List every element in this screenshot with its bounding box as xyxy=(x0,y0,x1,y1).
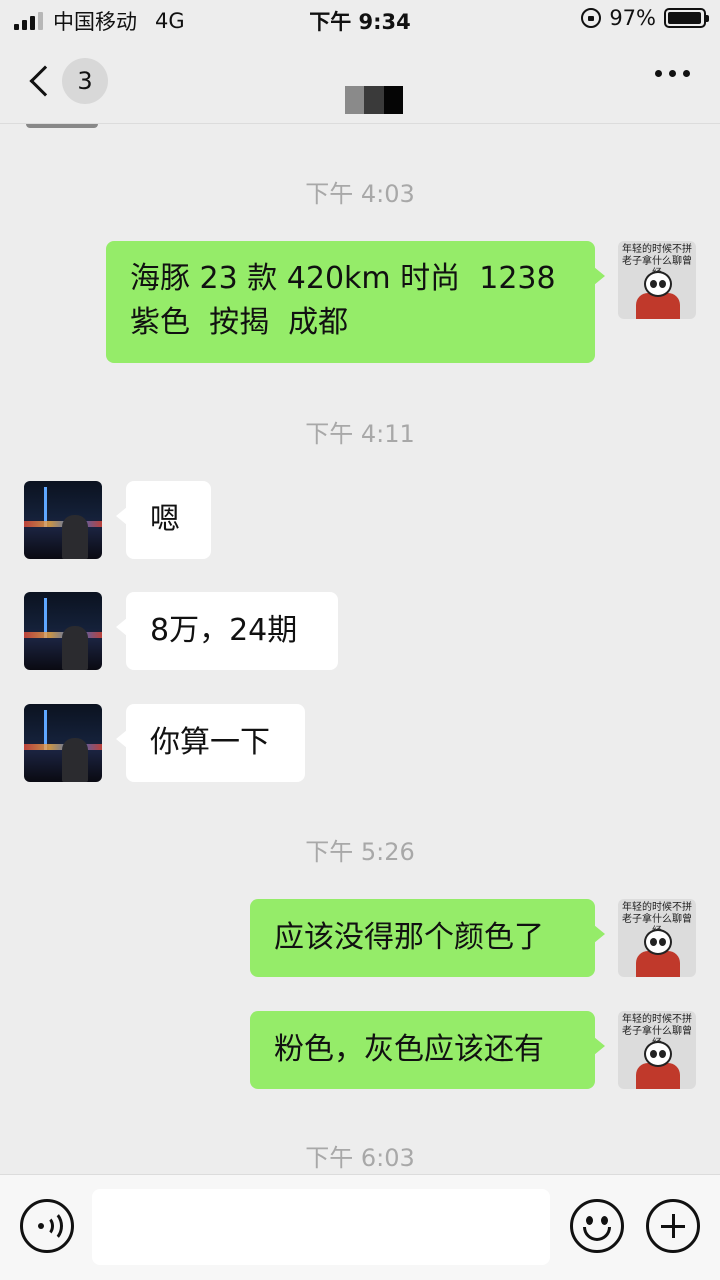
contact-avatar[interactable] xyxy=(24,592,102,670)
input-bar xyxy=(0,1174,720,1280)
message-list[interactable]: 下午 4:03 海豚 23 款 420km 时尚 1238 紫色 按揭 成都 年… xyxy=(0,124,720,1174)
timestamp: 下午 4:11 xyxy=(305,420,415,448)
timestamp: 下午 5:26 xyxy=(305,838,415,866)
panda-icon xyxy=(644,271,672,297)
my-message-bubble[interactable]: 粉色，灰色应该还有 xyxy=(250,1011,605,1089)
contact-avatar[interactable] xyxy=(24,704,102,782)
message-line: 紫色 按揭 成都 xyxy=(130,305,349,340)
message-input[interactable] xyxy=(92,1189,550,1265)
more-dot xyxy=(683,70,690,77)
back-button[interactable]: 3 xyxy=(22,56,122,106)
avatar-figure xyxy=(62,626,88,670)
more-options-button[interactable] xyxy=(655,70,690,77)
status-bar: 中国移动 4G 下午 9:34 97% xyxy=(0,0,720,40)
timestamp: 下午 4:03 xyxy=(305,180,415,208)
my-message-bubble[interactable]: 海豚 23 款 420km 时尚 1238 紫色 按揭 成都 xyxy=(106,241,605,363)
battery-percent: 97% xyxy=(609,6,656,30)
my-message-bubble[interactable]: 应该没得那个颜色了 xyxy=(250,899,605,977)
emoji-button[interactable] xyxy=(570,1199,624,1253)
avatar-figure xyxy=(62,515,88,559)
my-avatar[interactable]: 年轻的时候不拼 老子拿什么聊曾经 xyxy=(618,1011,696,1089)
plus-button[interactable] xyxy=(646,1199,700,1253)
panda-icon xyxy=(644,929,672,955)
chat-title-redacted xyxy=(345,86,403,114)
my-avatar[interactable]: 年轻的时候不拼 老子拿什么聊曾经 xyxy=(618,241,696,319)
more-dots-icon xyxy=(655,70,662,77)
contact-avatar[interactable] xyxy=(24,481,102,559)
emoji-icon xyxy=(586,1216,593,1225)
status-right: 97% xyxy=(581,6,709,30)
battery-fill xyxy=(668,12,701,24)
voice-arc xyxy=(37,1210,63,1242)
timestamp: 下午 6:03 xyxy=(305,1144,415,1172)
chat-header: 3 xyxy=(0,40,720,124)
avatar-figure xyxy=(62,738,88,782)
rotation-lock-icon xyxy=(581,8,602,28)
message-line: 海豚 23 款 420km 时尚 1238 xyxy=(130,261,556,296)
unread-count-badge: 3 xyxy=(62,58,108,104)
more-dot xyxy=(669,70,676,77)
contact-message-bubble[interactable]: 嗯 xyxy=(116,481,211,559)
contact-message-bubble[interactable]: 8万，24期 xyxy=(116,592,338,670)
battery-icon xyxy=(664,8,709,28)
emoji-mouth xyxy=(583,1227,611,1241)
emoji-eye xyxy=(601,1216,608,1225)
panda-icon xyxy=(644,1041,672,1067)
previous-message-edge xyxy=(26,124,98,128)
voice-button[interactable] xyxy=(20,1199,74,1253)
my-avatar[interactable]: 年轻的时候不拼 老子拿什么聊曾经 xyxy=(618,899,696,977)
contact-message-bubble[interactable]: 你算一下 xyxy=(116,704,305,782)
chevron-left-icon xyxy=(29,65,61,97)
